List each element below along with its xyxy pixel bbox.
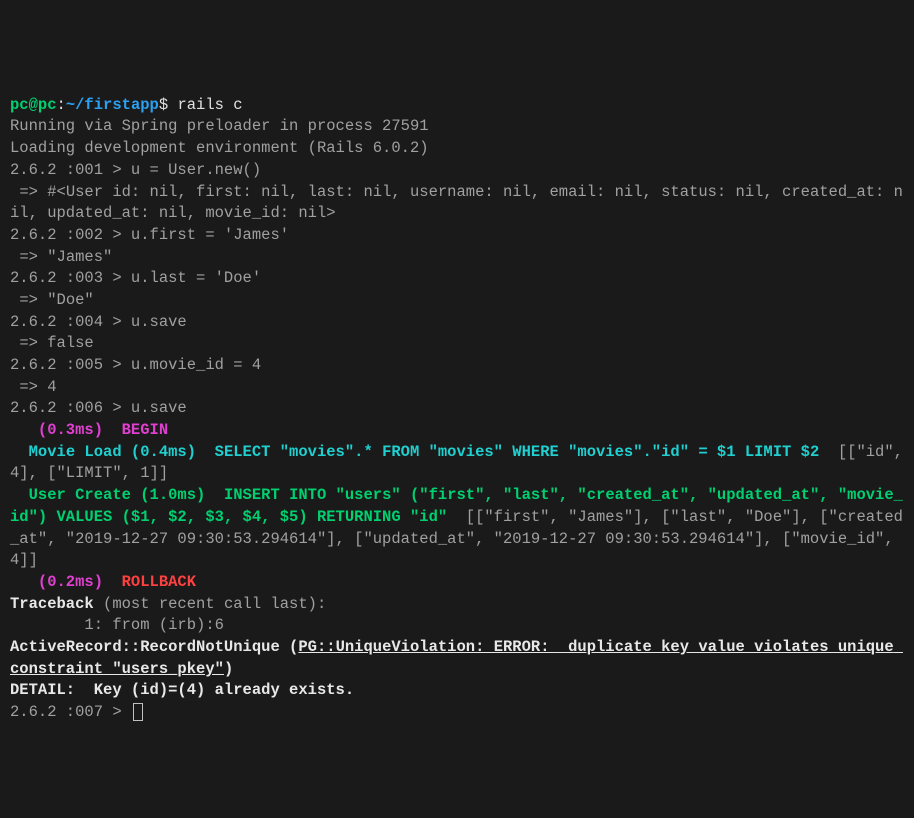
sql-timing: (0.3ms) [10, 421, 122, 439]
irb-prompt: 2.6.2 :007 > [10, 703, 131, 721]
irb-prompt: 2.6.2 :006 > [10, 399, 131, 417]
irb-output: => "James" [10, 248, 112, 266]
irb-input: u.save [131, 399, 187, 417]
cursor[interactable] [133, 703, 143, 721]
sql-create-label: User Create (1.0ms) [10, 486, 224, 504]
traceback-header: Traceback [10, 595, 94, 613]
prompt-user: pc@pc [10, 96, 57, 114]
terminal-output[interactable]: pc@pc:~/firstapp$ rails c Running via Sp… [10, 96, 912, 721]
irb-output: => "Doe" [10, 291, 94, 309]
irb-prompt: 2.6.2 :005 > [10, 356, 131, 374]
irb-input: u.first = 'James' [131, 226, 289, 244]
error-close: ) [224, 660, 233, 678]
sql-select: SELECT "movies".* FROM "movies" WHERE "m… [215, 443, 820, 461]
sql-begin: BEGIN [122, 421, 169, 439]
irb-input: u.last = 'Doe' [131, 269, 261, 287]
irb-output: => false [10, 334, 94, 352]
irb-output: => 4 [10, 378, 57, 396]
error-detail: DETAIL: Key (id)=(4) already exists. [10, 681, 354, 699]
irb-output: => #<User id: nil, first: nil, last: nil… [10, 183, 903, 223]
irb-prompt: 2.6.2 :002 > [10, 226, 131, 244]
traceback-header-rest: (most recent call last): [94, 595, 327, 613]
sql-rollback: ROLLBACK [122, 573, 196, 591]
irb-input: u.save [131, 313, 187, 331]
sql-load-label: Movie Load (0.4ms) [10, 443, 215, 461]
output-line: Loading development environment (Rails 6… [10, 139, 429, 157]
prompt-sep: : [57, 96, 66, 114]
traceback-frame: 1: from (irb):6 [10, 616, 224, 634]
irb-input: u.movie_id = 4 [131, 356, 261, 374]
prompt-path: ~/firstapp [66, 96, 159, 114]
prompt-dollar: $ [159, 96, 178, 114]
error-class: ActiveRecord::RecordNotUnique ( [10, 638, 298, 656]
shell-command: rails c [177, 96, 242, 114]
output-line: Running via Spring preloader in process … [10, 117, 429, 135]
irb-prompt: 2.6.2 :003 > [10, 269, 131, 287]
sql-timing: (0.2ms) [10, 573, 122, 591]
irb-prompt: 2.6.2 :001 > [10, 161, 131, 179]
irb-input: u = User.new() [131, 161, 261, 179]
irb-prompt: 2.6.2 :004 > [10, 313, 131, 331]
